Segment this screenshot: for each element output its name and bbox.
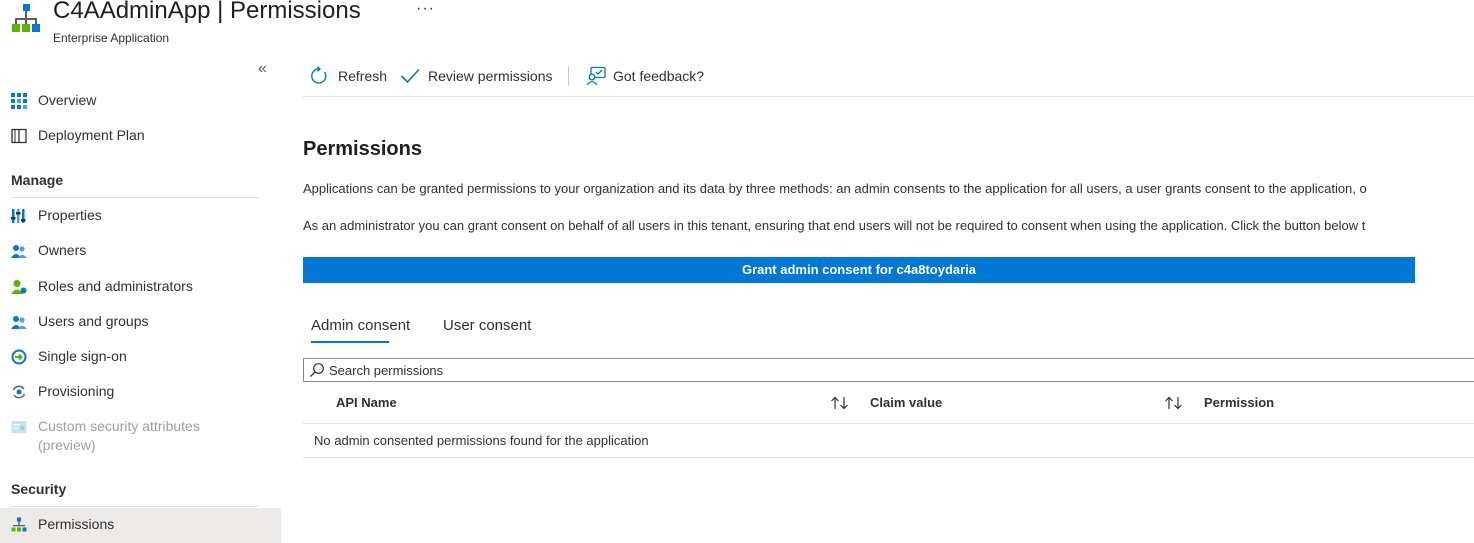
custom-attributes-icon xyxy=(11,421,27,433)
refresh-label: Refresh xyxy=(338,68,388,84)
properties-icon xyxy=(11,209,26,223)
feedback-icon xyxy=(586,66,606,86)
owners-icon xyxy=(11,245,27,258)
sidebar-item-custom-security-attributes[interactable]: Custom security attributes (preview) xyxy=(0,410,281,455)
app-hierarchy-icon xyxy=(12,4,40,32)
sidebar-item-properties[interactable]: Properties xyxy=(0,199,281,234)
sidebar-item-owners[interactable]: Owners xyxy=(0,234,281,269)
active-tab-indicator xyxy=(311,341,389,343)
table-header-divider xyxy=(303,423,1474,424)
section-header-security: Security xyxy=(11,481,67,497)
section-divider xyxy=(11,506,259,507)
feedback-label: Got feedback? xyxy=(613,68,705,84)
column-header-api-name: API Name xyxy=(336,395,397,410)
sidebar-item-roles[interactable]: Roles and administrators xyxy=(0,270,281,305)
toolbar-separator xyxy=(568,66,569,86)
tab-user-consent[interactable]: User consent xyxy=(443,317,531,334)
provisioning-icon xyxy=(12,385,26,399)
page-title: C4AAdminApp | Permissions xyxy=(53,0,361,24)
table-row-divider xyxy=(303,457,1474,458)
section-header-manage: Manage xyxy=(11,172,64,188)
refresh-icon xyxy=(311,66,327,84)
sidebar-item-label: Permissions xyxy=(38,516,115,532)
sidebar-item-label: Users and groups xyxy=(38,313,149,329)
overview-icon xyxy=(11,93,27,109)
sort-icon[interactable] xyxy=(1164,396,1184,410)
checkmark-icon xyxy=(400,68,420,84)
page-subtitle: Enterprise Application xyxy=(53,31,170,45)
sort-icon[interactable] xyxy=(830,396,850,410)
section-title: Permissions xyxy=(303,138,422,160)
users-icon xyxy=(11,316,27,329)
sidebar-item-label: Properties xyxy=(38,207,102,223)
review-permissions-button[interactable]: Review permissions xyxy=(400,64,555,88)
admin-consent-description: As an administrator you can grant consen… xyxy=(303,218,1366,233)
toolbar-divider xyxy=(303,96,1474,97)
sso-icon xyxy=(11,349,27,365)
sidebar-item-label: Deployment Plan xyxy=(38,127,145,143)
description-paragraph: Applications can be granted permissions … xyxy=(303,181,1367,196)
more-options-button[interactable]: ··· xyxy=(416,0,435,18)
sidebar-item-permissions[interactable]: Permissions xyxy=(0,508,281,543)
refresh-button[interactable]: Refresh xyxy=(309,64,389,88)
sidebar-item-overview[interactable]: Overview xyxy=(0,84,281,119)
collapse-sidebar-button[interactable]: « xyxy=(258,60,267,78)
sidebar-item-label: Owners xyxy=(38,242,87,258)
search-input[interactable] xyxy=(329,361,1429,379)
review-permissions-label: Review permissions xyxy=(428,68,553,84)
sidebar-item-label: Provisioning xyxy=(38,383,115,399)
sidebar-item-sso[interactable]: Single sign-on xyxy=(0,340,281,375)
column-header-permission: Permission xyxy=(1204,395,1275,410)
grant-admin-consent-button[interactable]: Grant admin consent for c4a8toydaria xyxy=(303,257,1415,283)
section-divider xyxy=(11,197,259,198)
permissions-icon xyxy=(11,517,27,532)
sidebar-item-deployment-plan[interactable]: Deployment Plan xyxy=(0,119,281,154)
sidebar-item-label: Custom security attributes (preview) xyxy=(38,418,200,453)
column-header-claim-value: Claim value xyxy=(870,395,943,410)
feedback-button[interactable]: Got feedback? xyxy=(586,64,708,88)
sidebar-item-label: Overview xyxy=(38,92,97,108)
sidebar-item-users-groups[interactable]: Users and groups xyxy=(0,305,281,340)
book-icon xyxy=(11,128,27,144)
search-icon xyxy=(310,363,324,377)
sidebar-item-label: Single sign-on xyxy=(38,348,127,364)
sidebar-item-label: Roles and administrators xyxy=(38,278,193,294)
tab-admin-consent[interactable]: Admin consent xyxy=(311,317,410,334)
roles-icon xyxy=(11,280,27,294)
empty-table-message: No admin consented permissions found for… xyxy=(314,433,649,448)
sidebar-item-provisioning[interactable]: Provisioning xyxy=(0,375,281,410)
